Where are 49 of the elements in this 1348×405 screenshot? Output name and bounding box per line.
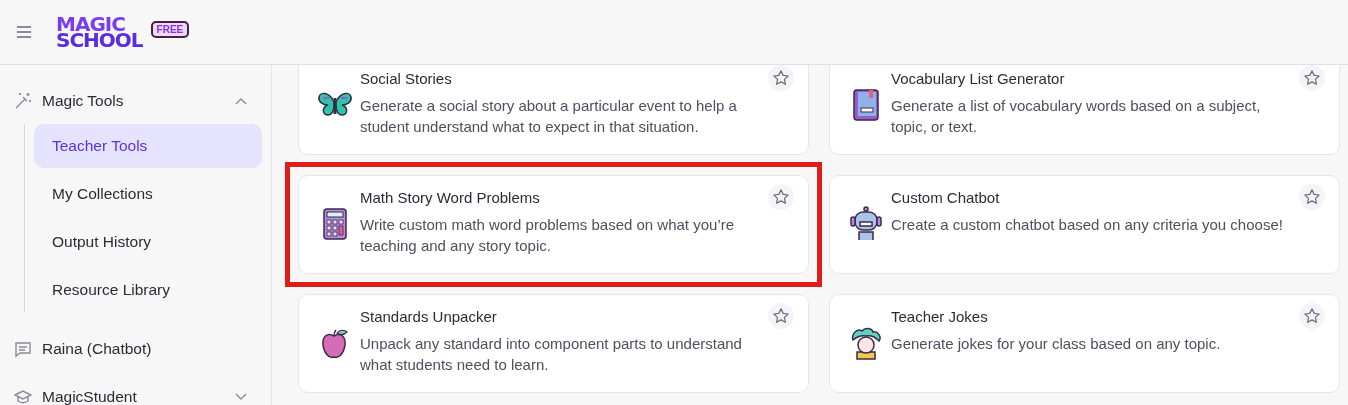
favorite-star-button[interactable] xyxy=(1299,303,1325,329)
star-icon xyxy=(772,307,790,325)
sidebar-item[interactable]: MagicStudent xyxy=(0,384,271,405)
logo[interactable]: MAGIC SCHOOL xyxy=(52,15,147,49)
tool-card[interactable]: Vocabulary List Generator Generate a list of vocabulary words based on a subject, topic, or text. xyxy=(829,65,1340,155)
tool-card[interactable]: Teacher Jokes Generate jokes for your class based on any topic. xyxy=(829,294,1340,393)
tool-card[interactable]: Math Story Word Problems Write custom math word problems based on what you’re teaching and any story topic. xyxy=(298,175,809,274)
tool-title: Math Story Word Problems xyxy=(360,189,541,206)
chevron-down-icon[interactable] xyxy=(235,393,247,401)
tool-description: Generate a list of vocabulary words based on a subject, topic, or text. xyxy=(891,96,1262,137)
book-icon xyxy=(852,88,880,122)
favorite-star-button[interactable] xyxy=(1299,184,1325,210)
sidebar-subitem[interactable]: Resource Library xyxy=(34,268,262,312)
tool-description: Create a custom chatbot based on any criteria you choose! xyxy=(891,215,1284,235)
robot-icon xyxy=(849,206,883,242)
tool-description: Generate a social story about a particular event to help a student understand what to expect in that situation. xyxy=(360,96,738,137)
menu-icon[interactable] xyxy=(16,26,32,38)
tool-title: Social Stories xyxy=(360,70,453,87)
chat-icon xyxy=(14,340,32,358)
clown-figure-icon xyxy=(849,326,883,360)
favorite-star-button[interactable] xyxy=(768,303,794,329)
sidebar-item[interactable]: Magic Tools xyxy=(0,88,271,114)
star-icon xyxy=(1303,307,1321,325)
favorite-star-button[interactable] xyxy=(768,184,794,210)
tool-description: Write custom math word problems based on what you’re teaching and any story topic. xyxy=(360,215,736,256)
sidebar-subitem[interactable]: Teacher Tools xyxy=(34,124,262,168)
sidebar-subitem[interactable]: My Collections xyxy=(34,172,262,216)
tool-card[interactable]: Standards Unpacker Unpack any standard into component parts to understand what students need to learn. xyxy=(298,294,809,393)
star-icon xyxy=(772,69,790,87)
tool-title: Custom Chatbot xyxy=(891,189,1001,206)
tool-description: Generate jokes for your class based on any topic. xyxy=(891,334,1222,354)
chevron-up-icon[interactable] xyxy=(235,97,247,105)
graduation-cap-icon xyxy=(14,388,32,405)
wand-icon xyxy=(14,92,32,110)
sidebar-item[interactable]: Raina (Chatbot) xyxy=(0,336,271,362)
tool-card[interactable]: Custom Chatbot Create a custom chatbot based on any criteria you choose! xyxy=(829,175,1340,274)
tool-title: Standards Unpacker xyxy=(360,308,498,325)
tool-card[interactable]: Social Stories Generate a social story about a particular event to help a student understand what to expect in that situation. xyxy=(298,65,809,155)
calculator-icon xyxy=(321,207,349,241)
tool-title: Teacher Jokes xyxy=(891,308,989,325)
sidebar-subitem[interactable]: Output History xyxy=(34,220,262,264)
favorite-star-button[interactable] xyxy=(768,65,794,91)
star-icon xyxy=(772,188,790,206)
star-icon xyxy=(1303,188,1321,206)
tool-description: Unpack any standard into component parts to understand what students need to learn. xyxy=(360,334,743,375)
tool-title: Vocabulary List Generator xyxy=(891,70,1066,87)
favorite-star-button[interactable] xyxy=(1299,65,1325,91)
plan-badge: FREE xyxy=(150,20,190,38)
star-icon xyxy=(1303,69,1321,87)
